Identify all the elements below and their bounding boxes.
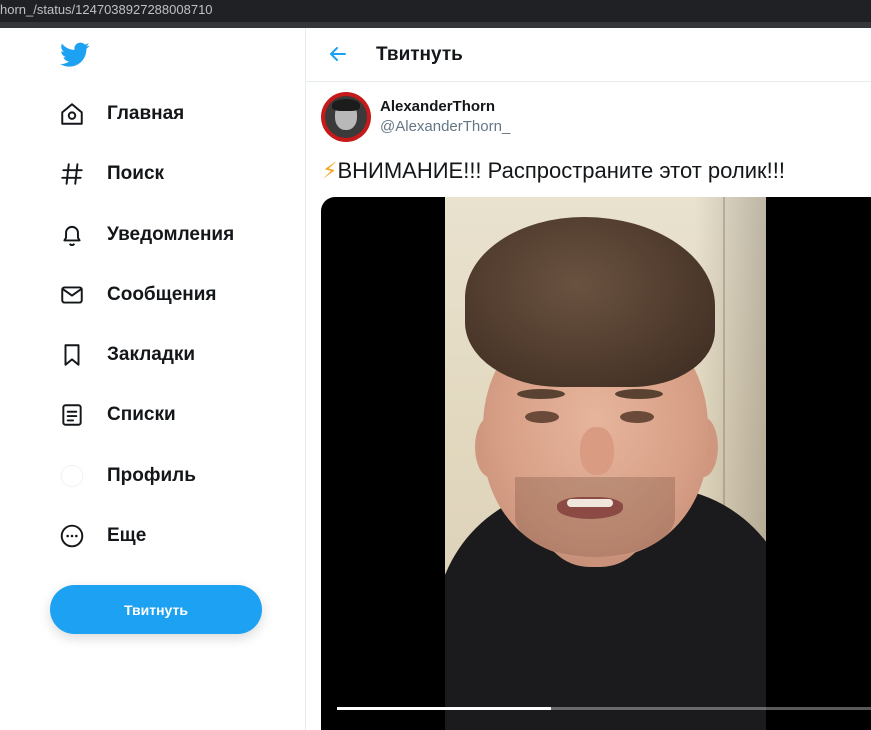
sidebar-item-label: Уведомления bbox=[107, 224, 235, 245]
lightning-icon: ⚡ bbox=[322, 158, 338, 183]
video-frame bbox=[445, 197, 766, 730]
sidebar-item-notifications[interactable]: Уведомления bbox=[58, 215, 234, 255]
sidebar-item-label: Поиск bbox=[107, 163, 165, 184]
bell-icon bbox=[58, 221, 86, 249]
more-icon bbox=[58, 522, 86, 550]
video-player[interactable] bbox=[321, 197, 871, 730]
sidebar-item-lists[interactable]: Списки bbox=[58, 395, 176, 435]
sidebar-item-label: Закладки bbox=[107, 344, 196, 365]
sidebar-item-label: Профиль bbox=[107, 465, 196, 486]
hashtag-icon bbox=[58, 160, 86, 188]
sidebar-item-profile[interactable]: Профиль bbox=[58, 456, 196, 496]
address-bar[interactable]: horn_/status/1247038927288008710 bbox=[0, 0, 871, 22]
sidebar-item-more[interactable]: Еще bbox=[58, 516, 146, 556]
home-icon bbox=[58, 100, 86, 128]
sidebar-item-bookmarks[interactable]: Закладки bbox=[58, 335, 195, 375]
tweet-text: ⚡ВНИМАНИЕ!!! Распространите этот ролик!!… bbox=[322, 158, 785, 184]
mail-icon bbox=[58, 281, 86, 309]
main-column: Твитнуть AlexanderThorn @AlexanderThorn_… bbox=[306, 28, 871, 730]
profile-icon bbox=[58, 462, 86, 490]
sidebar-item-label: Списки bbox=[107, 404, 176, 425]
sidebar: Главная Поиск Уведомления Сообщения Закл… bbox=[0, 28, 305, 730]
sidebar-item-label: Еще bbox=[107, 525, 147, 546]
sidebar-item-label: Главная bbox=[107, 103, 185, 124]
sidebar-item-label: Сообщения bbox=[107, 284, 217, 305]
list-icon bbox=[58, 401, 86, 429]
avatar[interactable] bbox=[321, 92, 371, 142]
page-header: Твитнуть bbox=[306, 28, 871, 82]
bookmark-icon bbox=[58, 341, 86, 369]
author-name[interactable]: AlexanderThorn bbox=[380, 98, 495, 115]
sidebar-item-search[interactable]: Поиск bbox=[58, 154, 164, 194]
sidebar-item-messages[interactable]: Сообщения bbox=[58, 275, 217, 315]
compose-tweet-button[interactable]: Твитнуть bbox=[50, 585, 262, 634]
page-title: Твитнуть bbox=[376, 44, 463, 65]
address-url: horn_/status/1247038927288008710 bbox=[0, 2, 213, 17]
author-handle[interactable]: @AlexanderThorn_ bbox=[380, 118, 510, 135]
sidebar-item-home[interactable]: Главная bbox=[58, 94, 184, 134]
twitter-logo-icon[interactable] bbox=[60, 42, 90, 68]
tweet-text-body: ВНИМАНИЕ!!! Распространите этот ролик!!! bbox=[337, 158, 785, 183]
back-arrow-icon[interactable] bbox=[326, 42, 350, 66]
video-progress-fill bbox=[337, 707, 551, 710]
